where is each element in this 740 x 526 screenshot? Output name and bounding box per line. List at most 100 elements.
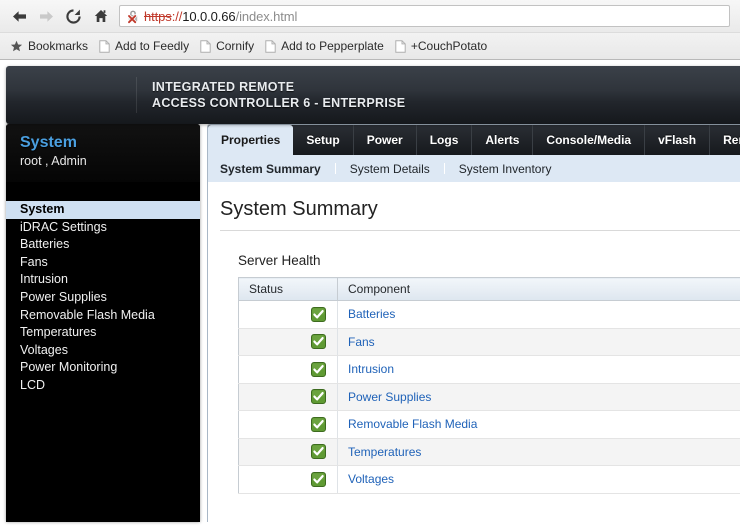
app-banner-line1: INTEGRATED REMOTE xyxy=(152,79,405,95)
bookmark-item-add-to-feedly[interactable]: Add to Feedly xyxy=(95,37,196,55)
app-body: System root , Admin System iDRAC Setting… xyxy=(0,124,740,522)
page-viewport: INTEGRATED REMOTE ACCESS CONTROLLER 6 - … xyxy=(0,60,740,526)
table-row: Batteries xyxy=(239,301,740,329)
app-banner: INTEGRATED REMOTE ACCESS CONTROLLER 6 - … xyxy=(6,66,740,124)
subtab-system-inventory[interactable]: System Inventory xyxy=(459,162,552,176)
bookmark-label: Bookmarks xyxy=(28,39,88,53)
broken-lock-icon[interactable] xyxy=(126,9,140,24)
bookmark-label: Add to Feedly xyxy=(115,39,189,53)
sidebar-item-power-monitoring[interactable]: Power Monitoring xyxy=(6,359,200,377)
component-link-power-supplies[interactable]: Power Supplies xyxy=(348,390,431,404)
server-health-table: Status Component xyxy=(238,277,740,494)
page-icon xyxy=(395,40,406,53)
tab-logs[interactable]: Logs xyxy=(417,125,473,155)
table-body: Batteries xyxy=(239,301,740,494)
app-banner-container: INTEGRATED REMOTE ACCESS CONTROLLER 6 - … xyxy=(0,60,740,124)
banner-divider xyxy=(136,77,137,113)
content-panel: Properties Setup Power Logs Alerts Conso… xyxy=(207,124,740,522)
page-icon xyxy=(200,40,211,53)
sidebar-header: System root , Admin xyxy=(6,124,200,182)
sidebar-title: System xyxy=(20,133,200,152)
column-header-component: Component xyxy=(338,278,740,301)
page-icon xyxy=(99,40,110,53)
status-ok-icon xyxy=(311,307,326,322)
page-icon xyxy=(265,40,276,53)
component-cell: Removable Flash Media xyxy=(338,411,740,439)
component-cell: Intrusion xyxy=(338,356,740,384)
sidebar-menu: System iDRAC Settings Batteries Fans Int… xyxy=(6,201,200,399)
sidebar-item-intrusion[interactable]: Intrusion xyxy=(6,271,200,289)
table-head: Status Component xyxy=(239,278,740,301)
home-icon xyxy=(93,8,109,24)
tab-alerts[interactable]: Alerts xyxy=(472,125,533,155)
sidebar-item-idrac-settings[interactable]: iDRAC Settings xyxy=(6,219,200,237)
sidebar-item-lcd[interactable]: LCD xyxy=(6,377,200,395)
subtab-system-summary[interactable]: System Summary xyxy=(220,162,321,176)
table-row: Power Supplies xyxy=(239,383,740,411)
bookmark-item-cornify[interactable]: Cornify xyxy=(196,37,261,55)
home-button[interactable] xyxy=(87,3,114,29)
status-ok-icon xyxy=(311,444,326,459)
tab-remote[interactable]: Remote xyxy=(710,125,740,155)
tab-setup[interactable]: Setup xyxy=(293,125,353,155)
status-cell xyxy=(239,411,338,439)
status-cell xyxy=(239,301,338,329)
section-title-server-health: Server Health xyxy=(238,253,740,268)
url-scheme: https xyxy=(144,9,172,24)
status-cell xyxy=(239,438,338,466)
table-row: Voltages xyxy=(239,466,740,494)
bookmark-item-bookmarks[interactable]: Bookmarks xyxy=(6,37,95,55)
address-bar[interactable]: https://10.0.0.66/index.html xyxy=(119,5,730,27)
sidebar-item-voltages[interactable]: Voltages xyxy=(6,342,200,360)
component-link-temperatures[interactable]: Temperatures xyxy=(348,445,421,459)
url-text: https://10.0.0.66/index.html xyxy=(144,9,297,24)
url-host: 10.0.0.66 xyxy=(182,9,235,24)
status-cell xyxy=(239,466,338,494)
tab-properties[interactable]: Properties xyxy=(208,125,293,155)
table-header-row: Status Component xyxy=(239,278,740,301)
sidebar-item-removable-flash-media[interactable]: Removable Flash Media xyxy=(6,307,200,325)
tab-console-media[interactable]: Console/Media xyxy=(533,125,645,155)
sidebar-item-system[interactable]: System xyxy=(6,201,200,219)
back-arrow-icon xyxy=(11,9,28,24)
status-ok-icon xyxy=(311,472,326,487)
table-row: Removable Flash Media xyxy=(239,411,740,439)
bookmark-label: +CouchPotato xyxy=(411,39,487,53)
server-health-section: Server Health Status Component xyxy=(220,231,740,494)
component-cell: Temperatures xyxy=(338,438,740,466)
star-icon xyxy=(10,40,23,53)
subtab-system-details[interactable]: System Details xyxy=(350,162,430,176)
url-separator: :// xyxy=(172,9,183,24)
tab-vflash[interactable]: vFlash xyxy=(645,125,710,155)
sidebar-item-temperatures[interactable]: Temperatures xyxy=(6,324,200,342)
sidebar-spacer xyxy=(6,182,200,201)
browser-toolbar: https://10.0.0.66/index.html xyxy=(0,0,740,32)
reload-button[interactable] xyxy=(60,3,87,29)
component-link-fans[interactable]: Fans xyxy=(348,335,375,349)
sidebar-item-fans[interactable]: Fans xyxy=(6,254,200,272)
back-button[interactable] xyxy=(6,3,33,29)
bookmark-label: Cornify xyxy=(216,39,254,53)
sidebar-item-power-supplies[interactable]: Power Supplies xyxy=(6,289,200,307)
component-link-intrusion[interactable]: Intrusion xyxy=(348,362,394,376)
table-row: Temperatures xyxy=(239,438,740,466)
forward-button[interactable] xyxy=(33,3,60,29)
sidebar-item-batteries[interactable]: Batteries xyxy=(6,236,200,254)
component-link-voltages[interactable]: Voltages xyxy=(348,472,394,486)
component-cell: Power Supplies xyxy=(338,383,740,411)
column-header-status: Status xyxy=(239,278,338,301)
bookmark-label: Add to Pepperplate xyxy=(281,39,384,53)
component-link-removable-flash-media[interactable]: Removable Flash Media xyxy=(348,417,477,431)
component-cell: Voltages xyxy=(338,466,740,494)
bookmark-item-couchpotato[interactable]: +CouchPotato xyxy=(391,37,494,55)
url-path: /index.html xyxy=(236,9,298,24)
component-link-batteries[interactable]: Batteries xyxy=(348,307,395,321)
status-ok-icon xyxy=(311,334,326,349)
status-cell xyxy=(239,328,338,356)
bookmarks-bar: Bookmarks Add to Feedly Cornify xyxy=(0,32,740,59)
tab-power[interactable]: Power xyxy=(354,125,417,155)
reload-icon xyxy=(65,8,82,25)
app-banner-line2: ACCESS CONTROLLER 6 - ENTERPRISE xyxy=(152,95,405,111)
bookmark-item-add-to-pepperplate[interactable]: Add to Pepperplate xyxy=(261,37,391,55)
browser-chrome: https://10.0.0.66/index.html Bookmarks A… xyxy=(0,0,740,60)
